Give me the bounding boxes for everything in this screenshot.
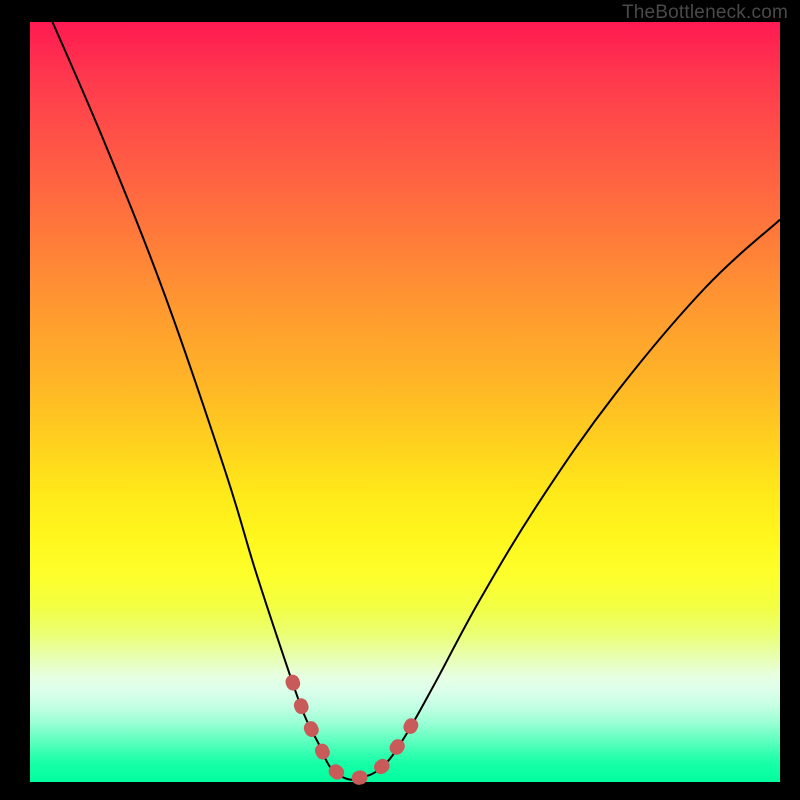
plot-area — [30, 22, 780, 782]
optimal-range-markers — [293, 682, 421, 779]
chart-frame: TheBottleneck.com — [0, 0, 800, 800]
curve-svg — [30, 22, 780, 782]
bottleneck-curve-line — [53, 22, 781, 780]
watermark-text: TheBottleneck.com — [622, 2, 788, 24]
